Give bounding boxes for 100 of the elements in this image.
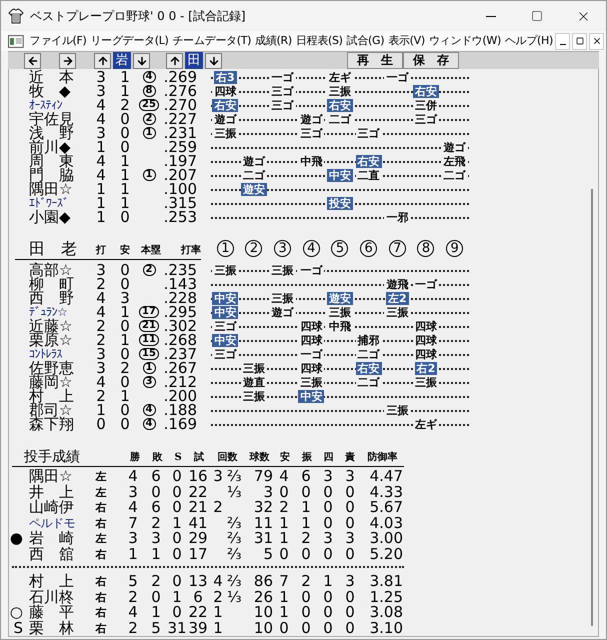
home-runs: 1: [142, 127, 156, 139]
at-bat-result: 一邪: [384, 210, 410, 224]
document-icon: [8, 34, 24, 48]
inning-number: 8: [417, 240, 434, 257]
menu-item[interactable]: 日程表(S): [294, 31, 345, 51]
at-bat-result: 三振: [412, 376, 439, 388]
walks: 0: [322, 605, 334, 620]
player-name: ｺﾝﾄﾚﾗｽ: [29, 347, 62, 361]
era: 1.25: [368, 590, 403, 605]
player-name: 村 上: [29, 389, 75, 403]
down-button[interactable]: [133, 52, 150, 68]
column-header: 打率: [180, 244, 201, 258]
hits: 0: [119, 403, 131, 417]
at-bat-result: 三振: [326, 84, 353, 98]
hits: 3: [119, 291, 131, 305]
throwing-hand: 左: [94, 469, 108, 484]
hits: 0: [119, 140, 131, 154]
walks: 0: [322, 500, 334, 516]
team-tab[interactable]: 田: [185, 52, 203, 69]
at-bat-result: 中安: [212, 306, 238, 318]
menu-item[interactable]: リーグデータ(L): [88, 31, 171, 51]
saves: 31: [167, 620, 187, 636]
menu-item[interactable]: ファイル(F): [28, 31, 89, 51]
hits: 1: [119, 196, 131, 210]
restore-document-button[interactable]: [572, 32, 587, 50]
throwing-hand: 右: [94, 500, 108, 516]
previous-button[interactable]: [24, 52, 41, 68]
home-runs: 8: [142, 85, 156, 97]
at-bats: 2: [95, 389, 107, 403]
team-manager-name: 田 老: [29, 240, 78, 258]
earned-runs: 0: [344, 590, 356, 605]
innings-whole: 1: [213, 620, 223, 636]
scrollbar-thumb[interactable]: [591, 189, 593, 626]
menu-item[interactable]: 表示(V): [386, 31, 427, 51]
hits: 1: [119, 305, 131, 319]
strikeouts: 0: [300, 605, 312, 620]
games: 41: [187, 516, 209, 531]
pitch-count: 11: [252, 516, 273, 531]
down-arrow-icon: [136, 54, 148, 66]
at-bat-result: 中飛: [298, 154, 324, 168]
up-button[interactable]: [166, 52, 183, 68]
down-button[interactable]: [205, 52, 222, 68]
down-arrow-icon: [208, 54, 220, 66]
close-document-button[interactable]: [589, 32, 604, 50]
at-bat-result: 二ゴ: [240, 168, 267, 182]
menu-item[interactable]: 成績(R): [253, 31, 294, 51]
minimize-document-button[interactable]: [555, 32, 570, 50]
menu-item[interactable]: 試合(G): [344, 31, 386, 51]
column-header: 球数: [248, 450, 271, 465]
at-bat-result: 三振: [270, 292, 296, 304]
at-bat-result: 中安: [212, 334, 238, 346]
at-bat-result: 右3: [214, 70, 237, 84]
at-bat-result: 右安: [326, 98, 353, 112]
at-bat-result: 四球: [212, 84, 238, 98]
at-bat-result: 中安: [212, 292, 238, 304]
batting-average: .212: [162, 375, 197, 389]
throwing-hand: 右: [94, 620, 108, 636]
at-bat-result: 右安: [212, 98, 238, 112]
saves: 0: [171, 531, 183, 546]
inning-number: 2: [245, 240, 262, 257]
at-bats: 3: [95, 84, 107, 98]
menu-item[interactable]: ウィンドウ(W): [426, 31, 503, 51]
strikeouts: 1: [300, 516, 312, 531]
column-header: 安: [279, 450, 292, 465]
menu-item[interactable]: チームデータ(T): [170, 31, 254, 51]
at-bat-result: 遊ゴ: [270, 306, 296, 318]
at-bat-result: 三振: [384, 306, 410, 318]
strikeouts: 1: [300, 500, 312, 516]
saves: 1: [171, 516, 183, 531]
player-name: 隅田☆: [29, 182, 72, 196]
innings-fraction: ⅔: [227, 516, 242, 531]
up-button[interactable]: [94, 52, 111, 68]
walks: 0: [322, 590, 334, 605]
player-name: 門 脇: [29, 168, 75, 182]
pitcher-name: 井 上: [29, 484, 75, 500]
team-tab[interactable]: 岩: [113, 52, 131, 69]
toolbar-button[interactable]: 再 生: [347, 52, 403, 69]
games: 17: [187, 546, 209, 562]
batting-average: .169: [162, 417, 197, 431]
wins: 4: [127, 605, 139, 620]
player-name: 西 野: [29, 291, 75, 305]
games: 6: [193, 590, 203, 605]
at-bat-result: 一ゴ: [412, 278, 439, 290]
at-bats: 1: [95, 210, 107, 224]
wins: 7: [127, 516, 139, 531]
at-bats: 1: [95, 182, 107, 196]
at-bats: 3: [95, 263, 107, 277]
next-button[interactable]: [59, 52, 76, 68]
pitcher-name: 西 舘: [29, 546, 75, 562]
decision-mark: S: [13, 620, 23, 636]
toolbar-button[interactable]: 保 存: [403, 52, 459, 69]
saves: 0: [171, 469, 183, 484]
home-runs: 1: [142, 169, 156, 181]
home-runs: 21: [139, 320, 159, 332]
menu-item[interactable]: ヘルプ(H): [502, 31, 555, 51]
player-name: 栗原☆: [29, 333, 74, 347]
hits: 0: [119, 375, 131, 389]
batting-average: .276: [162, 84, 197, 98]
batting-average: .267: [162, 361, 197, 375]
at-bat-result: 三ゴ: [412, 112, 439, 126]
